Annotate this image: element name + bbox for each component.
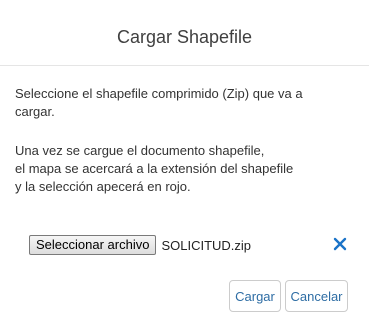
- choose-file-button[interactable]: Seleccionar archivo: [29, 235, 157, 255]
- upload-shapefile-dialog: Cargar Shapefile Seleccione el shapefile…: [0, 0, 369, 321]
- cancel-button[interactable]: Cancelar: [285, 280, 348, 312]
- instruction-text: Seleccione el shapefile comprimido (Zip)…: [15, 86, 303, 119]
- close-icon: [333, 237, 347, 251]
- dialog-title: Cargar Shapefile: [116, 27, 253, 47]
- upload-button[interactable]: Cargar: [229, 280, 281, 312]
- dialog-header: Cargar Shapefile: [0, 0, 369, 66]
- file-input: Seleccionar archivo SOLICITUD.zip: [29, 233, 251, 257]
- info-text: Una vez se cargue el documento shapefile…: [15, 143, 294, 194]
- clear-file-button[interactable]: [329, 232, 351, 256]
- selected-file-name: SOLICITUD.zip: [161, 237, 252, 253]
